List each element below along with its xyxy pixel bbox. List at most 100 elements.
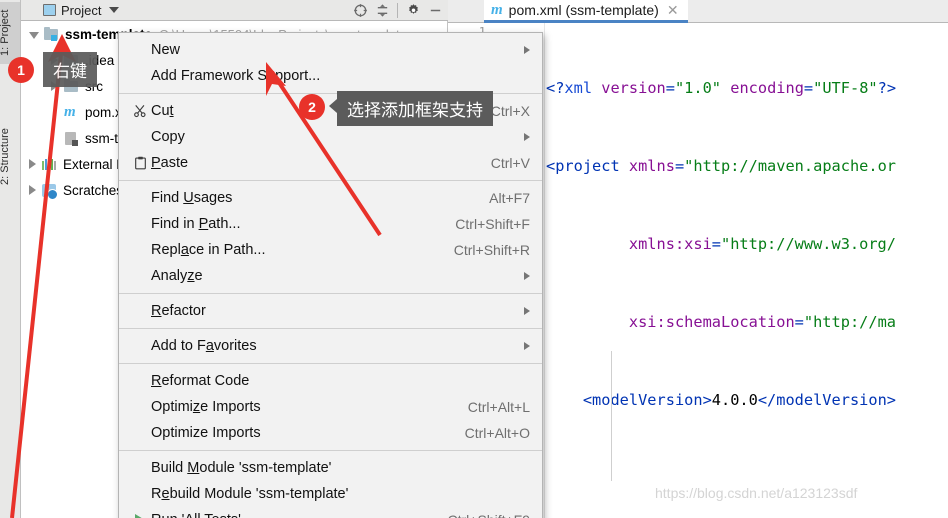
menu-item-analyze[interactable]: Analyze (119, 263, 542, 289)
indent-guide (611, 351, 612, 481)
menu-item-label: Find in Path... (151, 216, 241, 232)
menu-item-build-module[interactable]: Build Module 'ssm-template' (119, 455, 542, 481)
menu-item-label: Add to Favorites (151, 338, 257, 354)
chevron-down-icon[interactable] (109, 7, 120, 13)
menu-item-accelerator: Ctrl+Shift+F9 (430, 512, 530, 518)
folder-icon (63, 78, 80, 94)
menu-item-add-framework-support[interactable]: Add Framework Support... (119, 63, 542, 89)
clipboard-icon (129, 156, 151, 170)
folder-icon (63, 52, 80, 68)
ide-window: 1: Project 2: Structure Project ssm-temp… (0, 0, 948, 518)
menu-item-accelerator: Ctrl+Alt+L (467, 399, 530, 415)
code-line: <?xml version="1.0" encoding="UTF-8"?> (546, 79, 897, 97)
expand-arrow-icon[interactable] (29, 185, 36, 195)
maven-icon: m (64, 104, 76, 120)
menu-item-accelerator: Ctrl+X (490, 103, 530, 119)
watermark: https://blog.csdn.net/a123123sdf (655, 485, 858, 501)
libraries-icon (41, 156, 58, 172)
code-line: <modelVersion>4.0.0</modelVersion> (582, 391, 896, 409)
menu-item-label: Optimize Imports (151, 425, 261, 441)
menu-item-add-to-favorites[interactable]: Add to Favorites (119, 333, 542, 359)
editor-tab-pom-xml[interactable]: m pom.xml (ssm-template) ✕ (484, 0, 688, 23)
expand-arrow-icon[interactable] (51, 55, 58, 65)
close-icon[interactable]: ✕ (667, 2, 679, 19)
menu-item-label: Cut (151, 103, 174, 119)
tree-item-label: .idea (85, 52, 115, 68)
editor-tab-bar: m pom.xml (ssm-template) ✕ (448, 0, 948, 23)
code-line: xsi:schemaLocation="http://ma (628, 313, 896, 331)
menu-item-accelerator: Ctrl+Shift+R (453, 242, 530, 258)
menu-item-label: Refactor (151, 303, 206, 319)
scratches-icon (41, 182, 58, 200)
menu-divider (119, 363, 542, 364)
settings-gear-icon[interactable] (404, 2, 422, 20)
context-menu[interactable]: New Add Framework Support... Cut Ctrl+X … (118, 32, 543, 518)
toolbar-divider (397, 3, 398, 18)
module-folder-icon (43, 26, 60, 42)
expand-arrow-icon[interactable] (29, 31, 39, 39)
menu-item-refactor[interactable]: Refactor (119, 298, 542, 324)
submenu-arrow-icon (524, 272, 530, 280)
menu-item-label: Add Framework Support... (151, 68, 321, 84)
submenu-arrow-icon (524, 307, 530, 315)
menu-item-label: Run 'All Tests' (151, 512, 430, 518)
expand-arrow-icon[interactable] (51, 81, 58, 91)
menu-item-find-usages[interactable]: Find Usages Alt+F7 (119, 185, 542, 211)
tree-item-label: src (85, 78, 103, 94)
menu-item-rebuild-module[interactable]: Rebuild Module 'ssm-template' (119, 481, 542, 507)
expand-arrow-icon[interactable] (29, 159, 36, 169)
menu-item-label: Build Module 'ssm-template' (151, 460, 332, 476)
menu-divider (119, 93, 542, 94)
menu-item-label: Analyze (151, 268, 203, 284)
menu-item-label: Rebuild Module 'ssm-template' (151, 486, 349, 502)
menu-item-label: Find Usages (151, 190, 233, 206)
menu-divider (119, 180, 542, 181)
project-icon (43, 4, 56, 16)
project-header-toolbar (351, 0, 444, 21)
menu-item-reformat-code[interactable]: Reformat Code (119, 368, 542, 394)
project-title-group[interactable]: Project (21, 2, 120, 18)
module-file-icon (63, 130, 80, 146)
scissors-icon (129, 104, 151, 118)
tool-window-tab-project[interactable]: 1: Project (0, 2, 20, 64)
menu-item-accelerator: Ctrl+Alt+O (464, 425, 530, 441)
menu-item-run-all-tests[interactable]: Run 'All Tests' Ctrl+Shift+F9 (119, 507, 542, 518)
gutter-divider (544, 23, 545, 518)
menu-divider (119, 328, 542, 329)
menu-item-copy[interactable]: Copy (119, 124, 542, 150)
code-line: xmlns:xsi="http://www.w3.org/ (628, 235, 896, 253)
editor-tab-label: pom.xml (ssm-template) (508, 2, 659, 18)
menu-item-accelerator: Ctrl+Shift+F (455, 216, 530, 232)
submenu-arrow-icon (524, 133, 530, 141)
menu-item-label: Replace in Path... (151, 242, 266, 258)
menu-item-replace-in-path[interactable]: Replace in Path... Ctrl+Shift+R (119, 237, 542, 263)
menu-item-accelerator: Ctrl+V (490, 155, 530, 171)
menu-item-label: Paste (151, 155, 189, 171)
maven-icon: m (491, 1, 503, 18)
menu-item-find-in-path[interactable]: Find in Path... Ctrl+Shift+F (119, 211, 542, 237)
tool-window-tab-structure[interactable]: 2: Structure (0, 118, 20, 196)
submenu-arrow-icon (524, 46, 530, 54)
menu-item-label: Copy (151, 129, 185, 145)
menu-item-optimize-imports[interactable]: Optimize Imports Ctrl+Alt+L (119, 394, 542, 420)
run-icon (129, 514, 151, 518)
menu-item-label: Reformat Code (151, 373, 250, 389)
menu-divider (119, 450, 542, 451)
menu-item-accelerator: Alt+F7 (489, 190, 530, 206)
menu-divider (119, 293, 542, 294)
project-panel-header: Project (21, 0, 448, 21)
code-content[interactable]: <?xml version="1.0" encoding="UTF-8"?> <… (546, 23, 948, 518)
project-panel-title: Project (61, 2, 102, 18)
menu-item-remove-module[interactable]: Optimize Imports Ctrl+Alt+O (119, 420, 542, 446)
menu-item-cut[interactable]: Cut Ctrl+X (119, 98, 542, 124)
target-icon[interactable] (351, 2, 369, 20)
menu-item-new[interactable]: New (119, 37, 542, 63)
code-line: <project xmlns="http://maven.apache.or (546, 157, 896, 175)
submenu-arrow-icon (524, 342, 530, 350)
menu-item-paste[interactable]: Paste Ctrl+V (119, 150, 542, 176)
menu-item-label: Optimize Imports (151, 399, 261, 415)
menu-item-label: New (151, 42, 181, 58)
hide-panel-icon[interactable] (426, 2, 444, 20)
collapse-all-icon[interactable] (373, 2, 391, 20)
tool-window-stripe: 1: Project 2: Structure (0, 0, 21, 518)
